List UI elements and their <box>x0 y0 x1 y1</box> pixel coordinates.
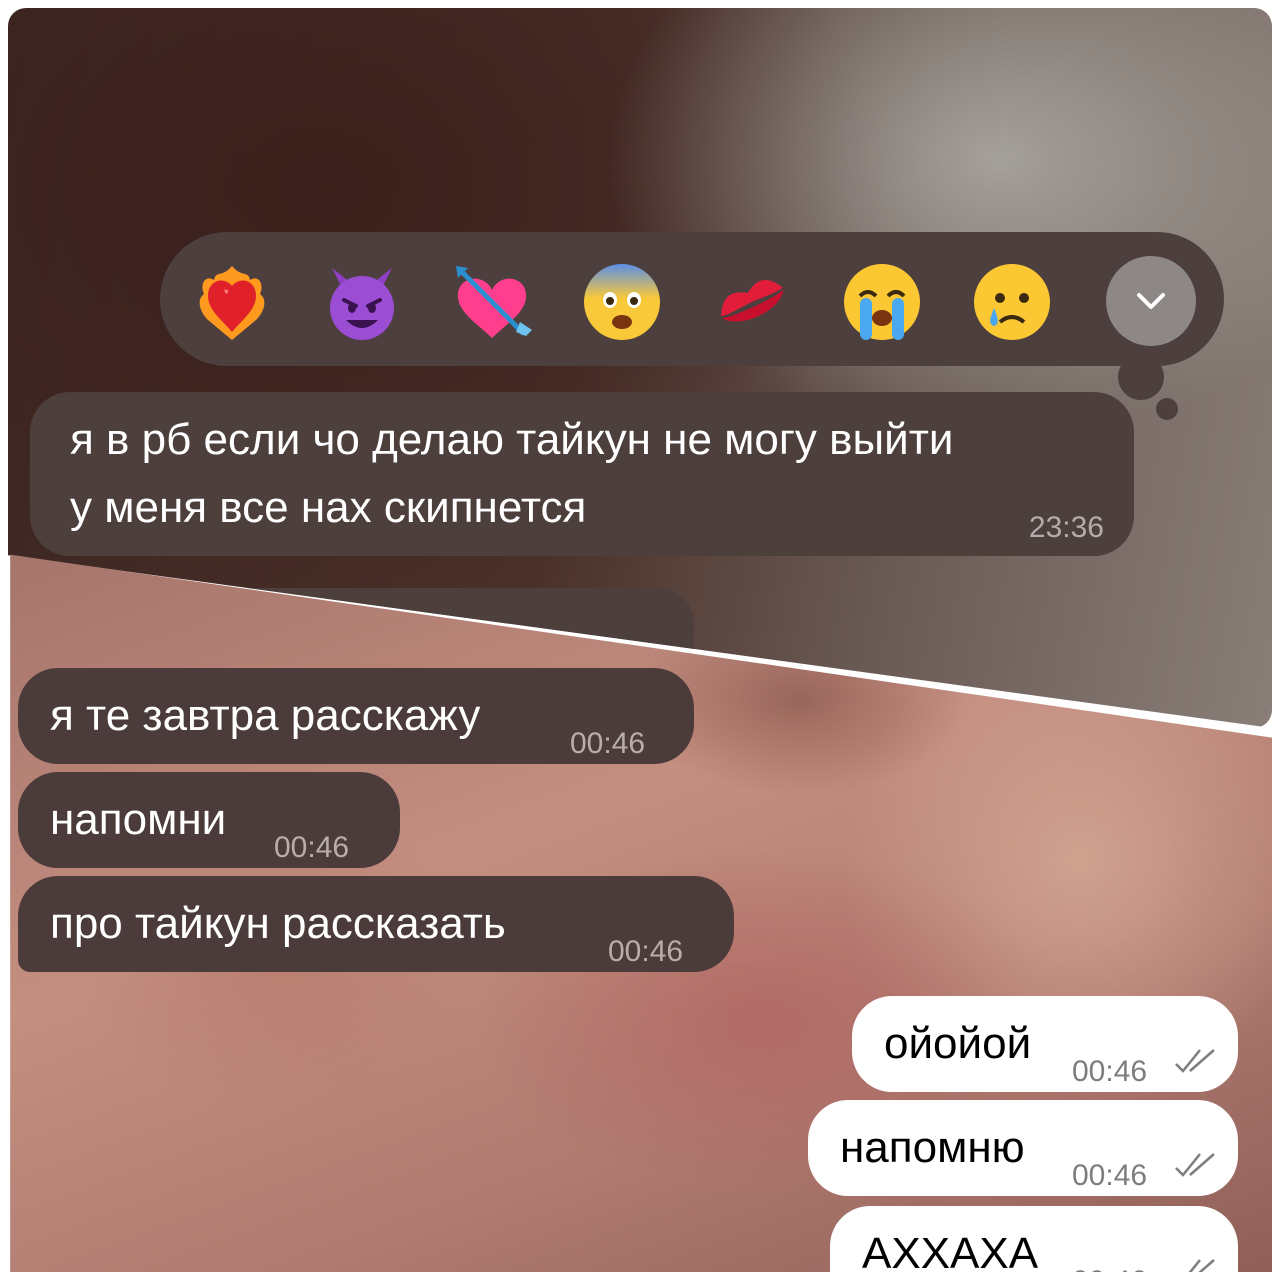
reaction-bar-tail-dot <box>1156 398 1178 420</box>
message-text-line: я в рб если чо делаю тайкун не могу выйт… <box>70 415 954 464</box>
message-text: ойойой <box>884 1019 1032 1068</box>
incoming-message[interactable]: напомни 00:46 <box>18 772 400 868</box>
heart-on-fire-icon[interactable] <box>190 260 274 344</box>
message-text: я те завтра расскажу <box>50 691 481 740</box>
message-time: 23:36 <box>1028 511 1104 544</box>
heart-with-arrow-icon[interactable] <box>450 260 534 344</box>
double-check-icon <box>1175 1153 1215 1177</box>
double-check-icon <box>1175 1259 1215 1272</box>
expand-reactions-button[interactable] <box>1106 256 1196 346</box>
message-time: 00:46 <box>608 935 684 968</box>
crying-face-icon[interactable] <box>970 260 1054 344</box>
message-time: 00:46 <box>1072 1250 1147 1272</box>
outgoing-message[interactable]: напомню 00:46 <box>808 1100 1238 1196</box>
message-text: напомни <box>50 795 227 844</box>
message-text: напомню <box>840 1123 1025 1172</box>
message-time: 00:46 <box>570 727 646 760</box>
reaction-bar <box>160 232 1224 366</box>
incoming-message[interactable]: я в рб если чо делаю тайкун не могу выйт… <box>30 392 1134 556</box>
kiss-mark-icon[interactable] <box>710 260 794 344</box>
message-text-line: у меня все нах скипнется <box>70 483 587 532</box>
message-time: 00:46 <box>1072 1159 1148 1192</box>
message-text: АХХАХА <box>862 1229 1039 1272</box>
anxious-face-icon[interactable] <box>580 260 664 344</box>
incoming-message[interactable]: я те завтра расскажу 00:46 <box>18 668 694 764</box>
chevron-down-icon <box>1137 293 1165 309</box>
smiling-devil-icon[interactable] <box>320 260 404 344</box>
outgoing-message[interactable]: ойойой 00:46 <box>852 996 1238 1092</box>
loudly-crying-face-icon[interactable] <box>840 260 924 344</box>
message-text: про тайкун рассказать <box>50 899 506 948</box>
message-time: 00:46 <box>274 831 350 864</box>
incoming-message[interactable]: про тайкун рассказать 00:46 <box>18 876 734 972</box>
outgoing-message[interactable]: АХХАХА 00:46 <box>830 1206 1238 1272</box>
message-time: 00:46 <box>1072 1055 1148 1088</box>
double-check-icon <box>1175 1049 1215 1073</box>
